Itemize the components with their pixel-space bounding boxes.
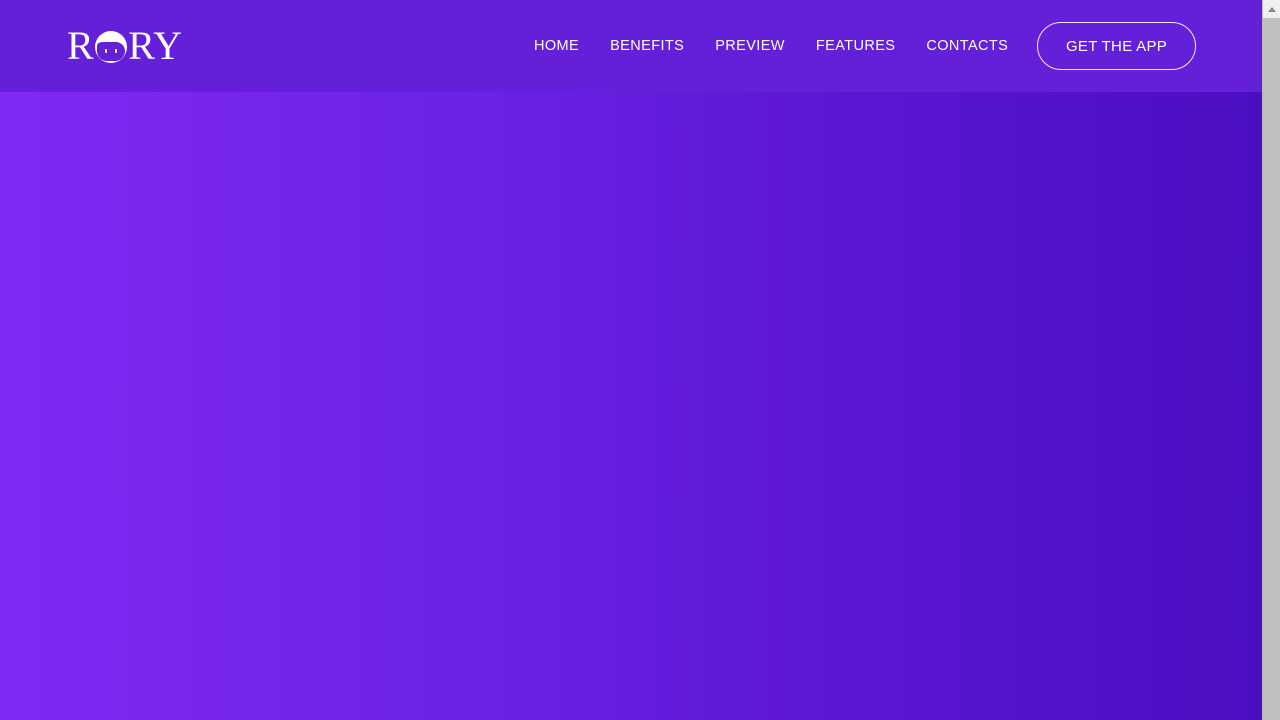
browser-page: R RY HOME BENEFITS PREVIEW FEATURES CONT…	[0, 0, 1280, 720]
vertical-scrollbar[interactable]	[1262, 0, 1280, 720]
nav-item-benefits[interactable]: BENEFITS	[610, 38, 684, 54]
get-the-app-button[interactable]: GET THE APP	[1037, 22, 1196, 70]
nav-item-home[interactable]: HOME	[534, 38, 579, 54]
page-viewport: R RY HOME BENEFITS PREVIEW FEATURES CONT…	[0, 0, 1262, 720]
cat-fur-tuft	[97, 42, 112, 52]
logo-letter-prefix: R	[67, 23, 95, 68]
site-header: R RY HOME BENEFITS PREVIEW FEATURES CONT…	[0, 0, 1262, 92]
nav-item-preview[interactable]: PREVIEW	[715, 38, 785, 54]
site-logo[interactable]: R RY	[67, 24, 183, 68]
nav-item-contacts[interactable]: CONTACTS	[926, 38, 1008, 54]
cat-eye-right	[115, 49, 118, 53]
cat-face-circle-icon	[95, 31, 128, 63]
logo-letter-suffix: RY	[128, 23, 183, 68]
cat-eye-left	[105, 49, 108, 53]
scroll-up-button[interactable]	[1263, 0, 1280, 18]
nav-item-features[interactable]: FEATURES	[816, 38, 895, 54]
main-navigation: HOME BENEFITS PREVIEW FEATURES CONTACTS	[534, 0, 1008, 92]
scrollbar-thumb[interactable]	[1263, 18, 1280, 720]
triangle-up-icon	[1267, 6, 1276, 12]
hero-section	[0, 0, 1262, 720]
